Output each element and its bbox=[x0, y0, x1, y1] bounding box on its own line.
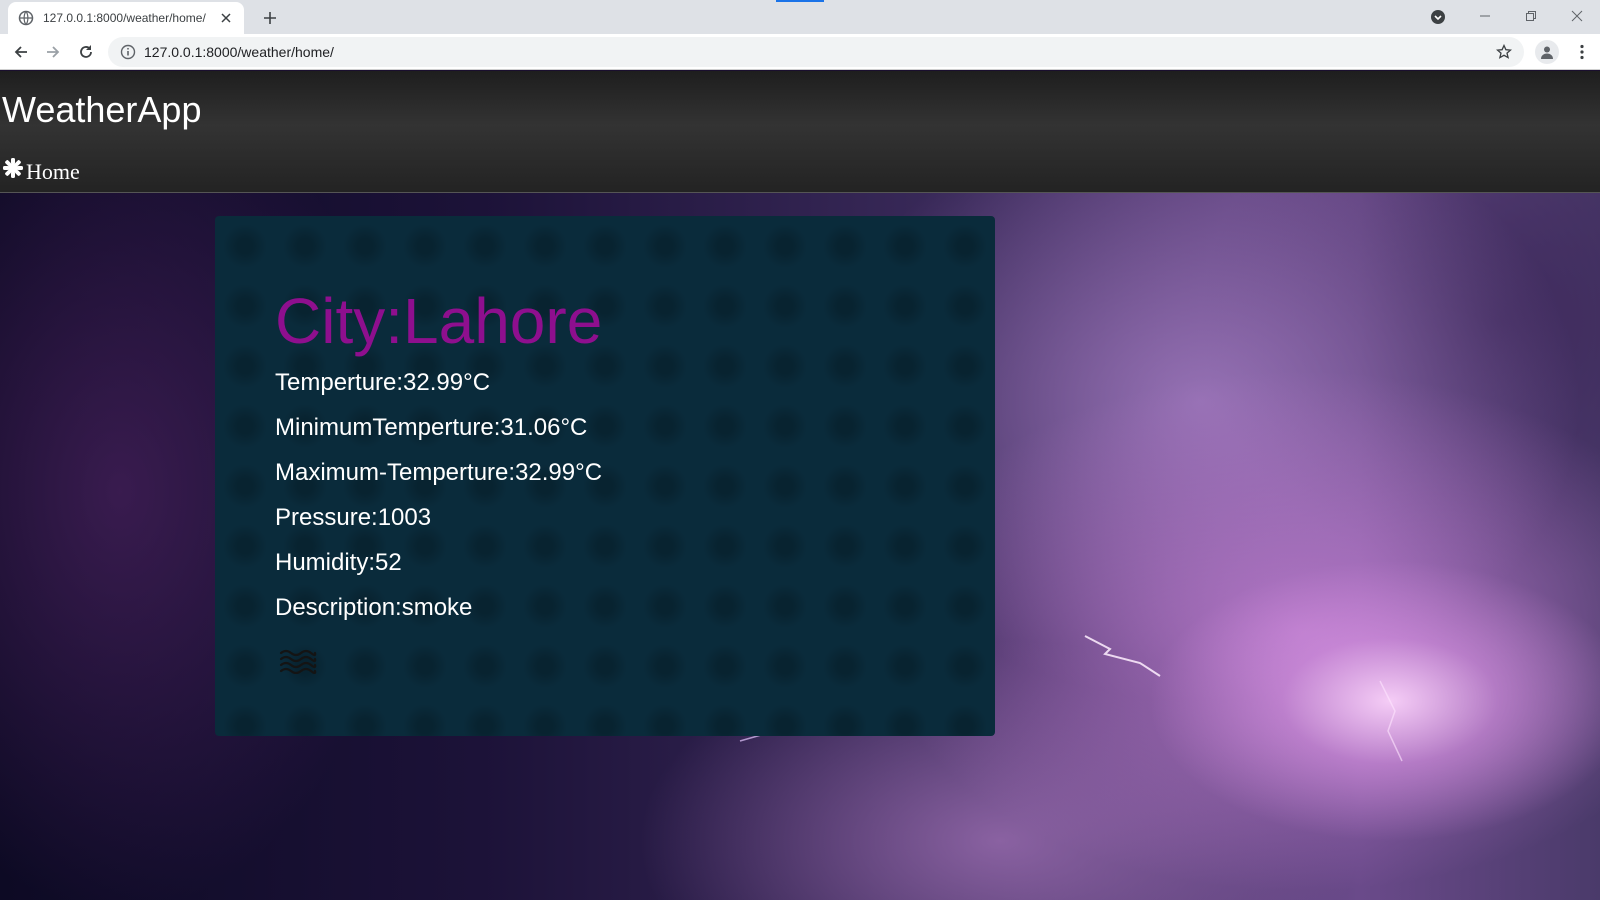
address-bar[interactable]: 127.0.0.1:8000/weather/home/ bbox=[108, 37, 1524, 67]
min-temperature-text: MinimumTemperture:31.06°C bbox=[275, 414, 588, 441]
gear-icon bbox=[2, 157, 24, 179]
description-text: Description:smoke bbox=[275, 594, 473, 621]
profile-icon[interactable] bbox=[1535, 40, 1559, 64]
city-heading: City:Lahore bbox=[275, 285, 603, 357]
humidity-text: Humidity:52 bbox=[275, 549, 402, 576]
weather-card: City:Lahore Temperture:32.99°C MinimumTe… bbox=[215, 216, 995, 736]
minimize-icon[interactable] bbox=[1475, 6, 1495, 26]
reload-icon[interactable] bbox=[76, 42, 96, 62]
url-text: 127.0.0.1:8000/weather/home/ bbox=[144, 44, 334, 60]
max-temperature-text: Maximum-Temperture:32.99°C bbox=[275, 459, 603, 486]
browser-tabstrip: 127.0.0.1:8000/weather/home/ bbox=[0, 0, 1600, 34]
tab-search-icon[interactable] bbox=[1430, 9, 1446, 25]
mist-icon bbox=[279, 648, 317, 675]
page-viewport: WeatherApp Home City:Lahore Temperture:3… bbox=[0, 71, 1600, 900]
more-vert-icon[interactable] bbox=[1574, 42, 1590, 62]
temperature-text: Temperture:32.99°C bbox=[275, 369, 491, 396]
pressure-text: Pressure:1003 bbox=[275, 504, 432, 531]
nav-home-label: Home bbox=[26, 159, 80, 184]
browser-toolbar: 127.0.0.1:8000/weather/home/ bbox=[0, 34, 1600, 70]
info-icon[interactable] bbox=[120, 44, 136, 60]
globe-icon bbox=[18, 10, 34, 26]
tab-title: 127.0.0.1:8000/weather/home/ bbox=[43, 11, 206, 25]
forward-arrow-icon[interactable] bbox=[43, 42, 63, 62]
tab-drag-indicator bbox=[776, 0, 824, 2]
nav-home-link[interactable]: Home bbox=[2, 157, 80, 185]
browser-tab[interactable]: 127.0.0.1:8000/weather/home/ bbox=[8, 2, 244, 34]
star-icon[interactable] bbox=[1495, 43, 1513, 60]
site-navbar: WeatherApp Home bbox=[0, 71, 1600, 193]
close-icon[interactable] bbox=[218, 10, 234, 26]
back-arrow-icon[interactable] bbox=[11, 42, 31, 62]
window-close-icon[interactable] bbox=[1567, 6, 1587, 26]
plus-icon[interactable] bbox=[260, 8, 280, 28]
restore-icon[interactable] bbox=[1521, 6, 1541, 26]
brand-title[interactable]: WeatherApp bbox=[2, 89, 201, 131]
